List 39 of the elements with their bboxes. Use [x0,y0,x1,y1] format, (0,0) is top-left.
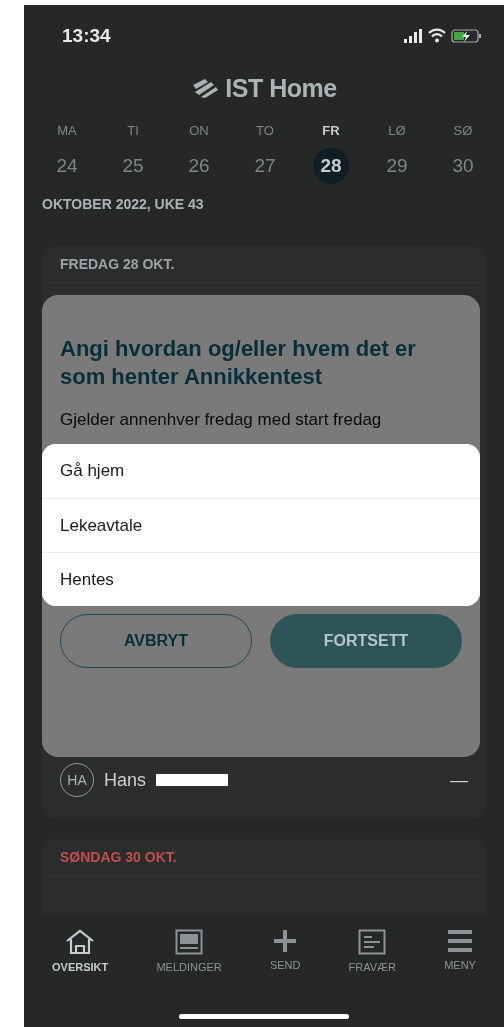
weekday-label: TO [256,123,274,138]
date-button[interactable]: 29 [379,148,415,184]
battery-icon [451,29,481,43]
menu-icon [447,929,474,953]
date-button[interactable]: 28 [313,148,349,184]
app-logo: IST Home [225,73,337,103]
date-button[interactable]: 27 [247,148,283,184]
dialog-title: Angi hvordan og/eller hvem det er som henter Annikkentest [60,335,417,391]
weekday-label: LØ [388,123,406,138]
document-icon [358,929,387,955]
weekday-label: FR [322,123,340,138]
nav-tab[interactable]: SEND [265,929,305,981]
logo-icon [191,77,220,99]
person-name: Hans [104,769,147,791]
weekday-label: ON [189,123,209,138]
date-button[interactable]: 25 [115,148,151,184]
signal-icon [404,29,422,43]
date-button[interactable]: 30 [445,148,481,184]
monitor-icon [175,929,204,955]
home-icon [65,929,96,955]
continue-button[interactable]: FORTSETT [270,614,462,668]
month-label: OKTOBER 2022, UKE 43 [41,195,205,212]
clock-time: 13:34 [62,25,111,47]
date-button[interactable]: 26 [181,148,217,184]
day-header: FREDAG 28 OKT. [42,246,486,283]
date-button[interactable]: 24 [49,148,85,184]
nav-tab[interactable]: MELDINGER [152,929,226,981]
weekday-label: SØ [453,123,473,138]
day-header: SØNDAG 30 OKT. [42,839,486,876]
nav-tab[interactable]: FRAVÆR [344,929,401,981]
nav-tab[interactable]: MENY [440,929,480,981]
dialog-text: Gjelder annenhver fredag med start fredag [60,409,383,431]
wifi-icon [427,28,447,43]
status-text: — [450,769,468,791]
option-item[interactable]: Hentes [42,552,480,606]
weekday-label: MA [57,123,77,138]
weekday-label: TI [127,123,139,138]
plus-icon [273,929,298,953]
nav-tab[interactable]: OVERSIKT [48,929,113,981]
